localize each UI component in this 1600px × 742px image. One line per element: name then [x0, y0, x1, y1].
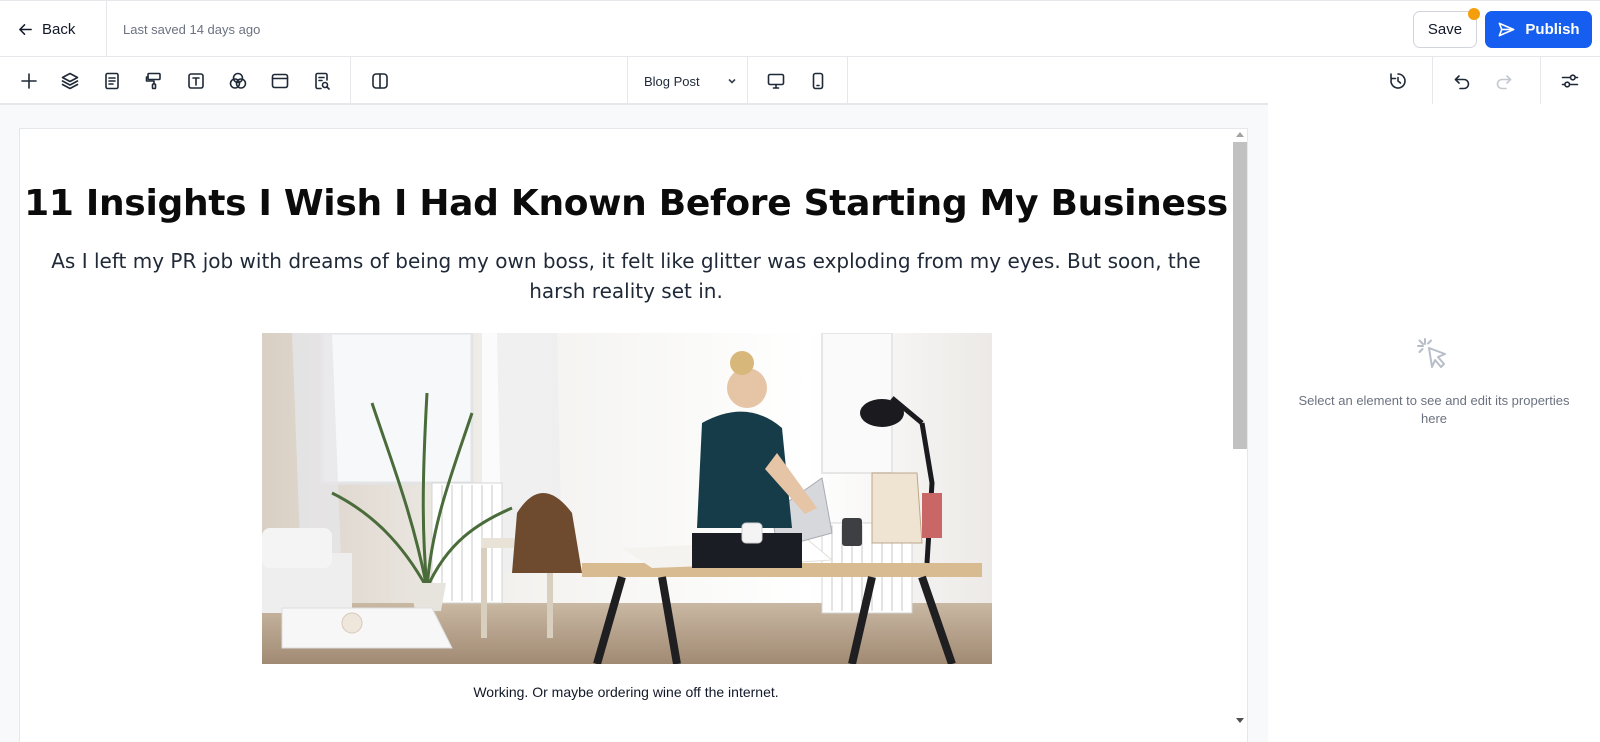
- back-button[interactable]: Back: [0, 1, 107, 57]
- page-selector[interactable]: Blog Post: [644, 69, 738, 93]
- publish-button[interactable]: Publish: [1485, 11, 1592, 48]
- color-circles-icon[interactable]: [225, 68, 251, 94]
- history-icon[interactable]: [1385, 68, 1411, 94]
- woman-working-at-desk-photo: [262, 333, 992, 664]
- unsaved-changes-dot: [1468, 8, 1480, 20]
- undo-icon[interactable]: [1449, 68, 1475, 94]
- editor-toolbar: Blog Post: [0, 57, 1600, 104]
- text-icon[interactable]: [183, 68, 209, 94]
- browser-window-icon[interactable]: [267, 68, 293, 94]
- scroll-down-arrow-icon[interactable]: [1236, 718, 1244, 723]
- toolbar-divider: [350, 57, 351, 104]
- top-header: Back Last saved 14 days ago Save Publish: [0, 0, 1600, 57]
- cursor-click-icon: [1412, 333, 1452, 373]
- plus-icon[interactable]: [16, 68, 42, 94]
- layers-icon[interactable]: [57, 68, 83, 94]
- toolbar-divider: [1432, 57, 1433, 104]
- desktop-icon[interactable]: [763, 68, 789, 94]
- scrollbar-thumb[interactable]: [1233, 142, 1247, 449]
- post-intro[interactable]: As I left my PR job with dreams of being…: [38, 246, 1214, 306]
- back-label: Back: [42, 20, 76, 38]
- page-selector-value: Blog Post: [644, 73, 700, 89]
- image-caption[interactable]: Working. Or maybe ordering wine off the …: [20, 684, 1232, 700]
- send-icon: [1498, 22, 1515, 37]
- split-view-icon[interactable]: [367, 68, 393, 94]
- toolbar-divider: [1540, 57, 1541, 104]
- publish-label: Publish: [1525, 21, 1580, 38]
- properties-empty-message: Select an element to see and edit its pr…: [1298, 393, 1570, 426]
- chevron-down-icon: [728, 78, 736, 84]
- hero-image[interactable]: [262, 333, 992, 664]
- post-title[interactable]: 11 Insights I Wish I Had Known Before St…: [20, 183, 1232, 224]
- paint-roller-icon[interactable]: [141, 68, 167, 94]
- document-search-icon[interactable]: [309, 68, 335, 94]
- save-button[interactable]: Save: [1413, 11, 1477, 48]
- pages-icon[interactable]: [99, 68, 125, 94]
- arrow-left-icon: [19, 23, 32, 35]
- blog-post-page[interactable]: 11 Insights I Wish I Had Known Before St…: [19, 128, 1248, 742]
- last-saved-status: Last saved 14 days ago: [123, 21, 261, 37]
- toolbar-divider: [747, 57, 748, 104]
- toolbar-divider: [847, 57, 848, 104]
- redo-icon[interactable]: [1491, 68, 1517, 94]
- properties-panel: Select an element to see and edit its pr…: [1268, 105, 1600, 742]
- mobile-icon[interactable]: [805, 68, 831, 94]
- settings-sliders-icon[interactable]: [1557, 68, 1583, 94]
- scroll-up-arrow-icon[interactable]: [1236, 132, 1244, 137]
- toolbar-divider: [627, 57, 628, 104]
